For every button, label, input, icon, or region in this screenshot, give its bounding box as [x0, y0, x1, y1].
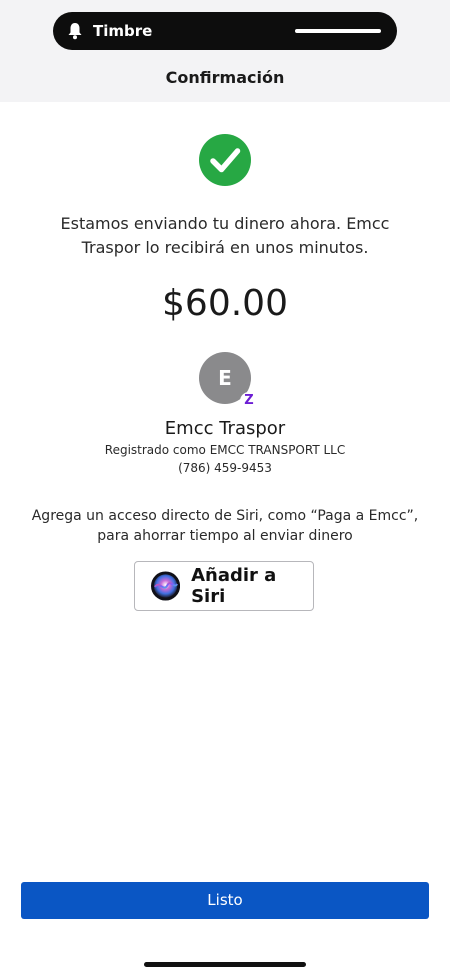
done-button[interactable]: Listo [21, 882, 429, 919]
confirmation-message: Estamos enviando tu dinero ahora. Emcc T… [60, 214, 390, 257]
home-indicator[interactable] [144, 962, 306, 967]
recipient-phone: (786) 459-9453 [178, 461, 272, 475]
notification-label: Timbre [93, 22, 153, 40]
top-area: Timbre Confirmación [0, 0, 450, 102]
registered-as: Registrado como EMCC TRANSPORT LLC [104, 443, 346, 457]
siri-icon [151, 571, 181, 601]
bell-icon [68, 23, 82, 40]
amount: $60.00 [162, 283, 288, 324]
zelle-icon: Z [240, 392, 258, 410]
add-to-siri-button[interactable]: Añadir a Siri [134, 561, 314, 611]
siri-description: Agrega un acceso directo de Siri, como “… [31, 508, 419, 544]
checkmark-circle-icon [199, 134, 251, 186]
page-title: Confirmación [165, 68, 285, 87]
notification-handle [295, 29, 381, 33]
add-to-siri-label: Añadir a Siri [191, 565, 277, 607]
notification-pill[interactable]: Timbre [53, 12, 397, 50]
recipient-name: Emcc Traspor [164, 418, 286, 439]
